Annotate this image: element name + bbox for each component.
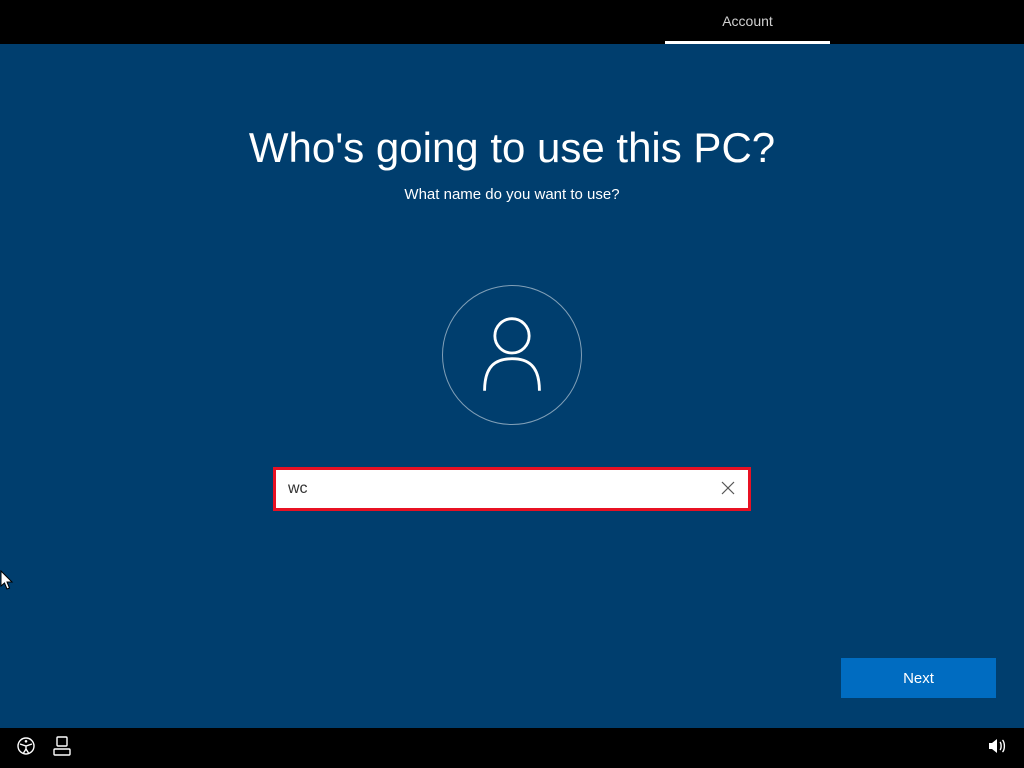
bottom-bar (0, 728, 1024, 768)
username-input[interactable] (276, 470, 708, 508)
volume-icon (988, 737, 1008, 760)
ease-of-access-icon (17, 737, 35, 760)
next-button-label: Next (903, 670, 934, 687)
tab-account[interactable]: Account (665, 0, 830, 44)
keyboard-ime-icon (53, 736, 71, 761)
top-bar: Account (0, 0, 1024, 44)
page-subtitle: What name do you want to use? (0, 186, 1024, 203)
main-content: Who's going to use this PC? What name do… (0, 44, 1024, 728)
close-icon (721, 479, 735, 500)
person-icon (477, 313, 547, 398)
username-input-wrapper (273, 467, 751, 511)
clear-input-button[interactable] (708, 470, 748, 508)
next-button[interactable]: Next (841, 658, 996, 698)
volume-button[interactable] (980, 728, 1016, 768)
avatar (442, 285, 582, 425)
page-title: Who's going to use this PC? (0, 44, 1024, 172)
ease-of-access-button[interactable] (8, 728, 44, 768)
tab-account-label: Account (722, 13, 773, 29)
ime-button[interactable] (44, 728, 80, 768)
